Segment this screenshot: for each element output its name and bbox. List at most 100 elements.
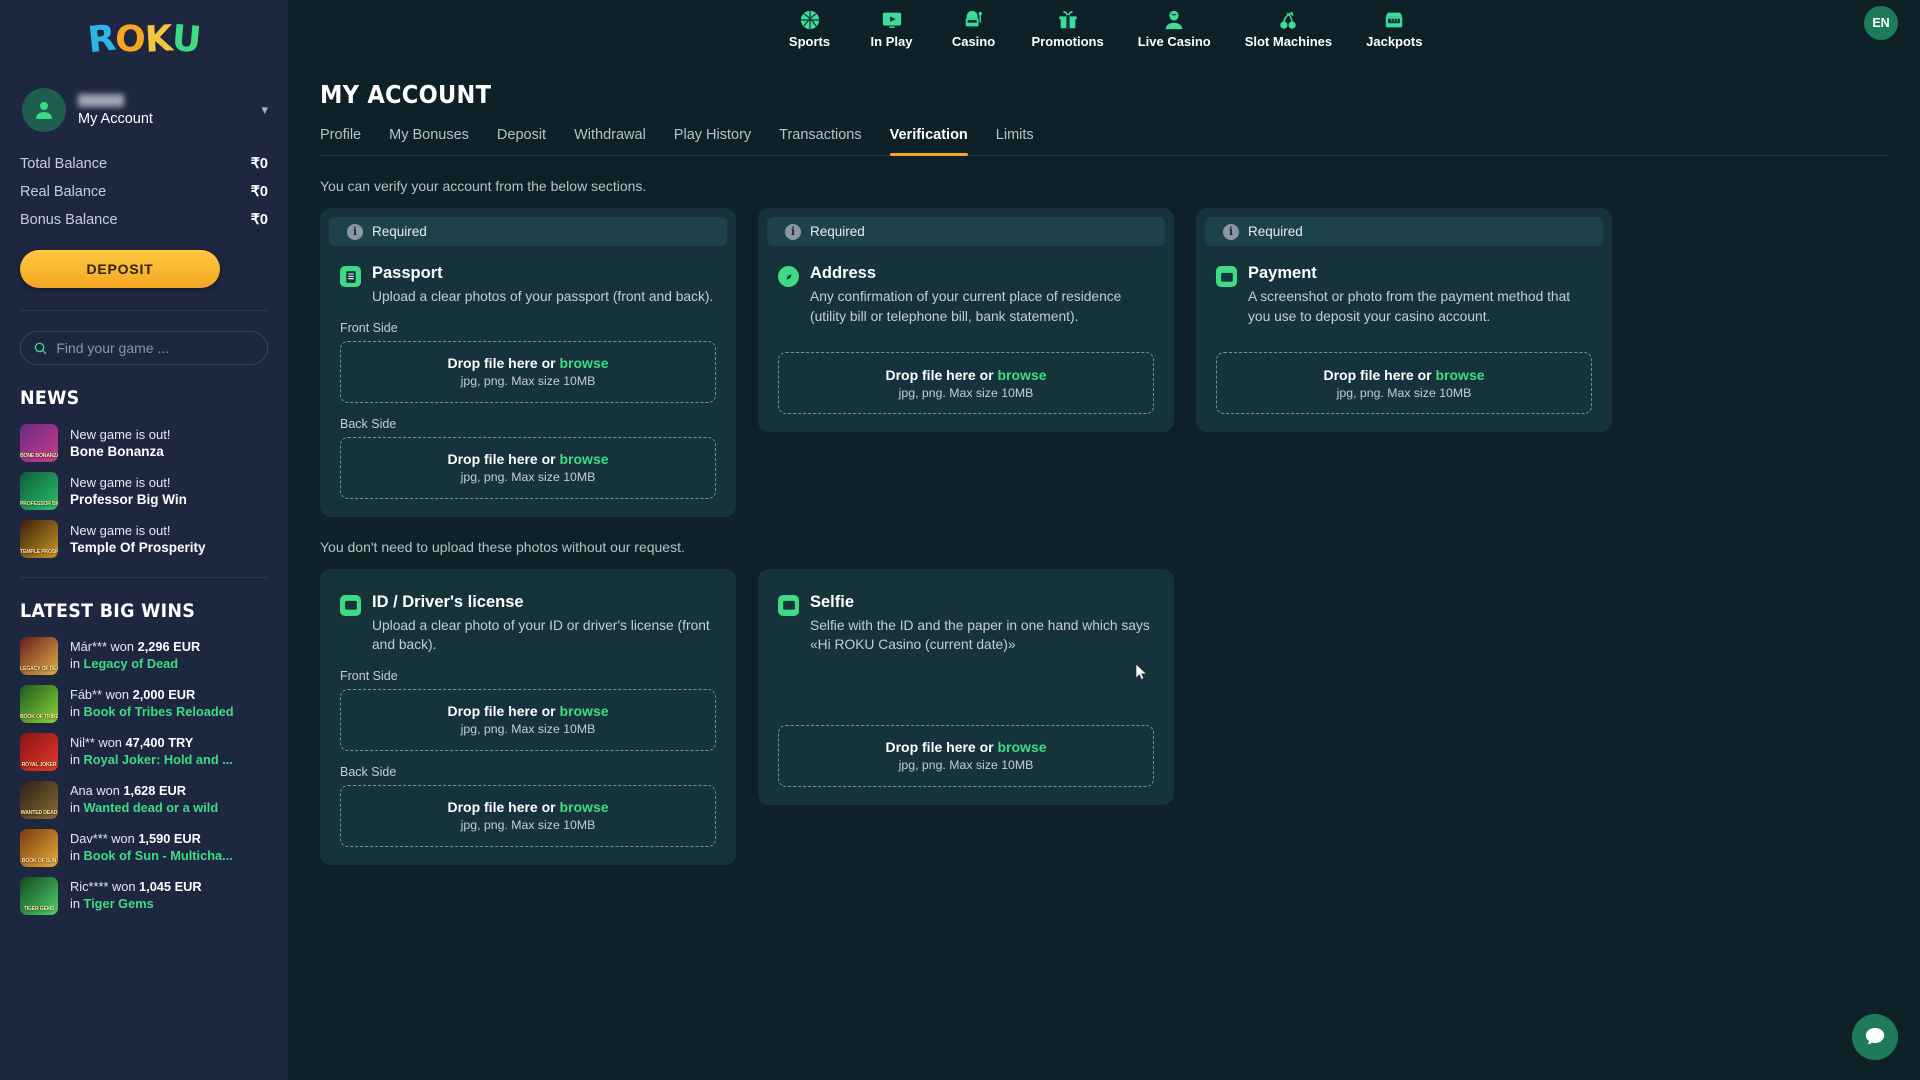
deposit-button[interactable]: DEPOSIT	[20, 250, 220, 288]
list-item[interactable]: LEGACY OF DEAD Már*** won 2,296 EUR in L…	[0, 632, 288, 680]
tab-my-bonuses[interactable]: My Bonuses	[389, 127, 469, 155]
nav-item-in-play[interactable]: In Play	[868, 9, 916, 49]
list-item[interactable]: BONE BONANZA New game is out! Bone Bonan…	[0, 419, 288, 467]
win-line-1: Dav*** won 1,590 EUR	[70, 831, 233, 848]
list-item[interactable]: TIGER GEMS Ric**** won 1,045 EUR in Tige…	[0, 872, 288, 920]
brand-logo[interactable]: ROKU	[0, 0, 288, 78]
game-thumbnail: BOOK OF SUN	[20, 829, 58, 867]
verification-hint-bottom: You don't need to upload these photos wi…	[320, 538, 685, 555]
list-item[interactable]: PROFESSOR BIGWIN New game is out! Profes…	[0, 467, 288, 515]
verification-hint-top: You can verify your account from the bel…	[320, 178, 647, 194]
list-item[interactable]: BOOK OF TRIBES Fáb** won 2,000 EUR in Bo…	[0, 680, 288, 728]
win-game: Book of Sun - Multicha...	[83, 848, 233, 863]
balance-row-real: Real Balance ₹0	[20, 178, 268, 206]
dropzone-prefix: Drop file here or	[447, 355, 560, 372]
nav-label: Live Casino	[1137, 34, 1211, 49]
dropzone-address[interactable]: Drop file here or browse jpg, png. Max s…	[778, 352, 1154, 415]
card-head-text: ID / Driver's license Upload a clear pho…	[372, 593, 716, 655]
game-thumbnail: ROYAL JOKER	[20, 733, 58, 771]
card-header: Selfie Selfie with the ID and the paper …	[778, 593, 1154, 655]
card-head-text: Selfie Selfie with the ID and the paper …	[810, 593, 1154, 655]
browse-link[interactable]: browse	[998, 367, 1047, 383]
card-body: Selfie Selfie with the ID and the paper …	[758, 569, 1174, 787]
thumb-label: PROFESSOR BIGWIN	[20, 501, 58, 507]
win-amount: 47,400 TRY	[125, 735, 194, 751]
tab-play-history[interactable]: Play History	[674, 127, 751, 155]
nav-item-casino[interactable]: Casino	[950, 9, 998, 49]
list-item[interactable]: TEMPLE PROSPERITY New game is out! Templ…	[0, 515, 288, 563]
browse-link[interactable]: browse	[560, 355, 609, 371]
list-item[interactable]: ROYAL JOKER Nil** won 47,400 TRY in Roya…	[0, 728, 288, 776]
browse-link[interactable]: browse	[560, 703, 609, 719]
verification-card-id-license: ID / Driver's license Upload a clear pho…	[320, 568, 736, 865]
balance-label: Real Balance	[20, 184, 107, 200]
card-header: ID / Driver's license Upload a clear pho…	[340, 593, 716, 655]
account-switcher[interactable]: My Account ▾	[0, 78, 288, 138]
balance-value: ₹0	[250, 156, 268, 172]
win-text: Már*** won 2,296 EUR in Legacy of Dead	[70, 639, 200, 673]
win-text: Ric**** won 1,045 EUR in Tiger Gems	[70, 879, 202, 913]
nav-label: Sports	[788, 34, 831, 49]
win-line-1: Már*** won 2,296 EUR	[70, 639, 200, 656]
win-in: in	[70, 656, 80, 671]
nav-item-slot-machines[interactable]: Slot Machines	[1245, 9, 1332, 49]
dropzone-main-text: Drop file here or browse	[447, 355, 608, 371]
logo-letter-o: O	[113, 17, 146, 61]
card-title: Payment	[1248, 264, 1317, 282]
nav-item-jackpots[interactable]: 777 Jackpots	[1366, 9, 1423, 49]
dropzone-selfie[interactable]: Drop file here or browse jpg, png. Max s…	[778, 724, 1154, 787]
chevron-down-icon[interactable]: ▾	[261, 102, 268, 118]
chat-support-button[interactable]	[1852, 1014, 1898, 1060]
dropzone-prefix: Drop file here or	[447, 799, 560, 816]
dropzone-prefix: Drop file here or	[447, 451, 560, 468]
browse-link[interactable]: browse	[998, 739, 1047, 755]
win-verb: won	[111, 879, 136, 895]
dropzone-passport-front[interactable]: Drop file here or browse jpg, png. Max s…	[340, 340, 716, 403]
browse-link[interactable]: browse	[560, 799, 609, 815]
dropzone-payment[interactable]: Drop file here or browse jpg, png. Max s…	[1216, 352, 1592, 415]
svg-text:777: 777	[1390, 19, 1399, 25]
tab-deposit[interactable]: Deposit	[497, 127, 546, 155]
tab-limits[interactable]: Limits	[996, 127, 1034, 155]
tab-profile[interactable]: Profile	[320, 127, 361, 155]
language-selector[interactable]: EN	[1864, 6, 1898, 40]
dropzone-id-front[interactable]: Drop file here or browse jpg, png. Max s…	[340, 688, 716, 751]
win-game: Book of Tribes Reloaded	[83, 704, 234, 719]
back-side-label: Back Side	[340, 764, 397, 779]
account-tabs: Profile My Bonuses Deposit Withdrawal Pl…	[320, 127, 1888, 156]
dropzone-passport-back[interactable]: Drop file here or browse jpg, png. Max s…	[340, 436, 716, 499]
balance-value: ₹0	[250, 184, 268, 200]
nav-item-sports[interactable]: Sports	[786, 9, 834, 49]
card-description: Upload a clear photo of your ID or drive…	[372, 617, 710, 653]
page-title: MY ACCOUNT	[320, 80, 492, 109]
list-item[interactable]: WANTED DEAD Ana won 1,628 EUR in Wanted …	[0, 776, 288, 824]
game-search[interactable]	[20, 331, 268, 365]
search-input[interactable]	[56, 340, 255, 356]
browse-link[interactable]: browse	[560, 451, 609, 467]
win-line-2: in Book of Sun - Multicha...	[70, 848, 233, 865]
card-body: ID / Driver's license Upload a clear pho…	[320, 569, 736, 847]
info-icon: i	[785, 223, 801, 240]
win-game: Wanted dead or a wild	[83, 800, 219, 815]
status-badge-label: Required	[810, 224, 865, 239]
nav-item-live-casino[interactable]: Live Casino	[1138, 9, 1211, 49]
browse-link[interactable]: browse	[1436, 367, 1485, 383]
card-description: Any confirmation of your current place o…	[810, 289, 1122, 324]
list-item[interactable]: BOOK OF SUN Dav*** won 1,590 EUR in Book…	[0, 824, 288, 872]
tab-transactions[interactable]: Transactions	[779, 127, 861, 155]
card-body: Payment A screenshot or photo from the p…	[1196, 246, 1612, 415]
nav-item-promotions[interactable]: Promotions	[1032, 9, 1104, 49]
balance-label: Bonus Balance	[20, 212, 118, 228]
dropzone-sub-text: jpg, png. Max size 10MB	[898, 758, 1034, 773]
game-thumbnail: WANTED DEAD	[20, 781, 58, 819]
wallet-icon	[1216, 266, 1237, 287]
tab-verification[interactable]: Verification	[889, 127, 968, 156]
news-text: New game is out! Professor Big Win	[70, 474, 187, 509]
dropzone-id-back[interactable]: Drop file here or browse jpg, png. Max s…	[340, 784, 716, 847]
card-head-text: Address Any confirmation of your current…	[810, 264, 1154, 326]
page-content: MY ACCOUNT Profile My Bonuses Deposit Wi…	[288, 58, 1920, 865]
dropzone-sub-text: jpg, png. Max size 10MB	[898, 385, 1034, 400]
tab-withdrawal[interactable]: Withdrawal	[574, 127, 646, 155]
card-header: Passport Upload a clear photos of your p…	[340, 264, 716, 307]
basketball-icon	[800, 10, 819, 30]
